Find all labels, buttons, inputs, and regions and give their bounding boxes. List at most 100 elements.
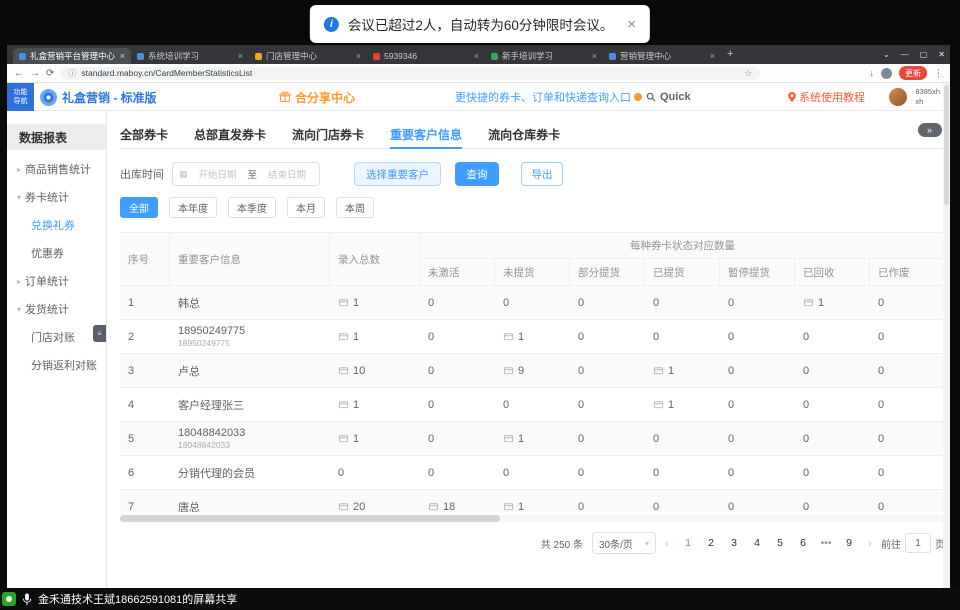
sidebar-item-discount-coupon[interactable]: 优惠券 bbox=[7, 239, 106, 267]
count-cell[interactable]: 9 bbox=[495, 354, 570, 387]
range-chip[interactable]: 本周 bbox=[336, 197, 374, 218]
customer-cell[interactable]: 客户经理张三 bbox=[170, 388, 330, 421]
count-cell[interactable]: 1 bbox=[495, 422, 570, 455]
horizontal-scrollbar[interactable] bbox=[120, 515, 945, 522]
maximize-icon[interactable]: ▢ bbox=[920, 50, 928, 59]
browser-profile-avatar[interactable] bbox=[881, 68, 892, 79]
range-chip[interactable]: 全部 bbox=[120, 197, 158, 218]
tab-all-cards[interactable]: 全部券卡 bbox=[120, 121, 168, 148]
tab-search-icon[interactable]: ⌄ bbox=[883, 50, 890, 59]
count-cell[interactable]: 1 bbox=[495, 490, 570, 512]
function-nav-badge[interactable]: 功能 导航 bbox=[7, 83, 34, 111]
page-button[interactable]: 4 bbox=[747, 532, 767, 554]
goto-page-input[interactable] bbox=[905, 533, 931, 553]
page-button[interactable]: 3 bbox=[724, 532, 744, 554]
tutorial-link[interactable]: 系统使用教程 bbox=[788, 83, 865, 111]
page-button[interactable]: 2 bbox=[701, 532, 721, 554]
quick-entry-tip[interactable]: 更快捷的券卡、订单和快递查询入口 bbox=[455, 83, 631, 111]
forward-icon[interactable]: → bbox=[30, 68, 40, 79]
browser-tab[interactable]: 门店管理中心× bbox=[249, 48, 367, 64]
range-chip[interactable]: 本月 bbox=[287, 197, 325, 218]
address-bar: ← → ⟳ ⓘ standard.maboy.cn/CardMemberStat… bbox=[7, 64, 950, 83]
browser-update-button[interactable]: 更新 bbox=[899, 66, 927, 80]
tab-warehouse-flow-cards[interactable]: 流向仓库券卡 bbox=[488, 121, 560, 148]
customer-cell[interactable]: 韩总 bbox=[170, 286, 330, 319]
select-key-customer-button[interactable]: 选择重要客户 bbox=[354, 162, 441, 186]
sidebar-item-product-sales[interactable]: ▸商品销售统计 bbox=[7, 155, 106, 183]
customer-cell[interactable]: 分销代理的会员 bbox=[170, 456, 330, 489]
bookmark-star-icon[interactable]: ☆ bbox=[744, 68, 752, 79]
sidebar-item-card-stats[interactable]: ▾券卡统计 bbox=[7, 183, 106, 211]
user-info[interactable]: 8385xh xh bbox=[915, 87, 940, 107]
count-cell[interactable]: 1 bbox=[330, 286, 420, 319]
new-tab-button[interactable]: + bbox=[727, 45, 733, 64]
count-cell[interactable]: 20 bbox=[330, 490, 420, 512]
page-size-select[interactable]: 30条/页 ▾ bbox=[592, 532, 656, 554]
count-cell[interactable]: 1 bbox=[330, 388, 420, 421]
count-cell[interactable]: 1 bbox=[495, 320, 570, 353]
count-cell[interactable]: 1 bbox=[330, 422, 420, 455]
date-range-input[interactable]: ▦ 开始日期 至 结束日期 bbox=[172, 162, 320, 186]
omnibox[interactable]: ⓘ standard.maboy.cn/CardMemberStatistics… bbox=[60, 67, 760, 80]
download-icon[interactable]: ↓ bbox=[870, 68, 875, 78]
table-row: 2189502497751895024977510100000 bbox=[120, 320, 945, 354]
tab-close-icon[interactable]: × bbox=[238, 51, 243, 61]
back-icon[interactable]: ← bbox=[14, 68, 24, 79]
browser-menu-icon[interactable]: ⋮ bbox=[934, 68, 943, 79]
count-cell[interactable]: 1 bbox=[330, 320, 420, 353]
calendar-icon: ▦ bbox=[179, 169, 188, 180]
range-chip[interactable]: 本季度 bbox=[228, 197, 276, 218]
prev-page-icon[interactable]: ‹ bbox=[665, 536, 669, 550]
page-button[interactable]: 5 bbox=[770, 532, 790, 554]
browser-tab[interactable]: 礼盒营销平台管理中心× bbox=[13, 48, 131, 64]
count-cell[interactable]: 1 bbox=[795, 286, 870, 319]
sidebar-item-store-reconciliation[interactable]: 门店对账 bbox=[7, 323, 106, 351]
search-button[interactable]: 查询 bbox=[455, 162, 499, 186]
reload-icon[interactable]: ⟳ bbox=[46, 68, 54, 79]
tab-close-icon[interactable]: × bbox=[120, 51, 125, 61]
sidebar-item-distribution-rebate[interactable]: 分销返利对账 bbox=[7, 351, 106, 379]
page-button[interactable]: 6 bbox=[793, 532, 813, 554]
sidebar-item-exchange-coupon[interactable]: 兑换礼券 bbox=[7, 211, 106, 239]
page-scrollbar-thumb[interactable] bbox=[944, 85, 949, 205]
tab-close-icon[interactable]: × bbox=[356, 51, 361, 61]
browser-tab[interactable]: 营销管理中心× bbox=[603, 48, 721, 64]
customer-cell[interactable]: 1804884203318048842033 bbox=[170, 422, 330, 455]
page-button[interactable]: 1 bbox=[678, 532, 698, 554]
tab-store-flow-cards[interactable]: 流向门店券卡 bbox=[292, 121, 364, 148]
sidebar-item-order-stats[interactable]: ▸订单统计 bbox=[7, 267, 106, 295]
count-cell[interactable]: 18 bbox=[420, 490, 495, 512]
sidebar-handle[interactable]: ≡ bbox=[93, 325, 106, 342]
count-cell: 0 bbox=[420, 456, 495, 489]
sidebar-item-shipping-stats[interactable]: ▾发货统计 bbox=[7, 295, 106, 323]
page-scrollbar[interactable] bbox=[943, 83, 950, 588]
browser-tab[interactable]: 5939346× bbox=[367, 48, 485, 64]
customer-cell[interactable]: 唐总 bbox=[170, 490, 330, 512]
minimize-icon[interactable]: — bbox=[901, 50, 909, 59]
browser-tab[interactable]: 新手培训学习× bbox=[485, 48, 603, 64]
collapse-panel-button[interactable]: » bbox=[918, 123, 942, 137]
next-page-icon[interactable]: › bbox=[868, 536, 872, 550]
toast-close-icon[interactable]: × bbox=[627, 16, 636, 33]
browser-tab[interactable]: 系统培训学习× bbox=[131, 48, 249, 64]
share-center-link[interactable]: 合分享中心 bbox=[279, 83, 355, 111]
close-window-icon[interactable]: ✕ bbox=[938, 50, 945, 59]
export-button[interactable]: 导出 bbox=[521, 162, 563, 186]
quick-search[interactable]: Quick bbox=[634, 83, 691, 111]
range-chip[interactable]: 本年度 bbox=[169, 197, 217, 218]
tab-close-icon[interactable]: × bbox=[710, 51, 715, 61]
tab-hq-direct-cards[interactable]: 总部直发券卡 bbox=[194, 121, 266, 148]
count-cell[interactable]: 10 bbox=[330, 354, 420, 387]
count-cell[interactable]: 1 bbox=[645, 354, 720, 387]
tab-key-customer-info[interactable]: 重要客户信息 bbox=[390, 121, 462, 148]
customer-cell[interactable]: 1895024977518950249775 bbox=[170, 320, 330, 353]
tab-close-icon[interactable]: × bbox=[474, 51, 479, 61]
site-info-icon[interactable]: ⓘ bbox=[68, 68, 76, 79]
horizontal-scrollbar-thumb[interactable] bbox=[120, 515, 500, 522]
count-cell[interactable]: 1 bbox=[645, 388, 720, 421]
tab-close-icon[interactable]: × bbox=[592, 51, 597, 61]
customer-cell[interactable]: 卢总 bbox=[170, 354, 330, 387]
page-list: 123456•••9 bbox=[678, 532, 859, 554]
user-avatar[interactable] bbox=[889, 88, 907, 106]
page-button[interactable]: 9 bbox=[839, 532, 859, 554]
